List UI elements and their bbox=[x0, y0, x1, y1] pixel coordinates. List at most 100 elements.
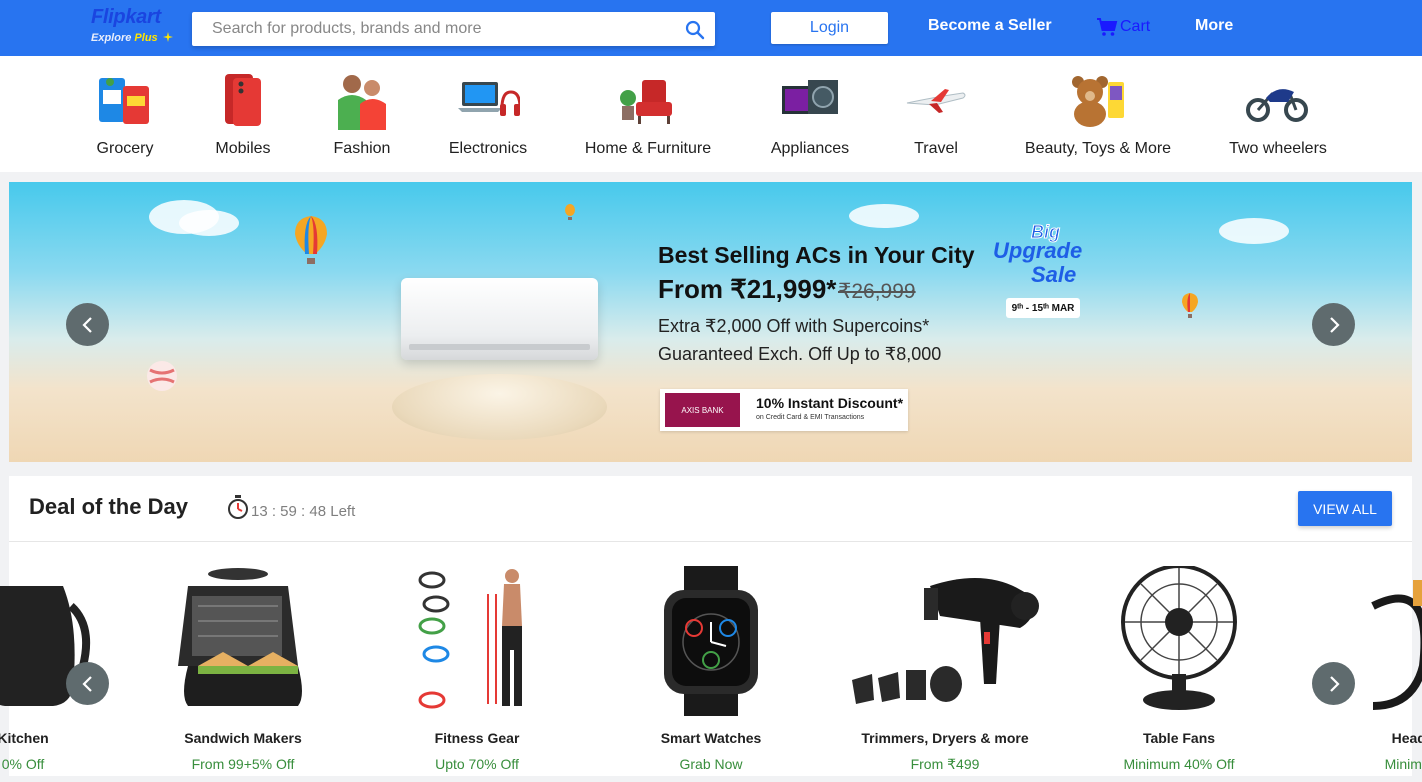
chevron-left-icon bbox=[81, 675, 92, 692]
bank-offer-text: 10% Instant Discount* bbox=[756, 395, 904, 411]
tv-appliance-icon bbox=[778, 68, 842, 132]
category-label: Home & Furniture bbox=[584, 140, 712, 157]
login-button[interactable]: Login bbox=[771, 12, 888, 44]
deal-next-button[interactable] bbox=[1312, 662, 1355, 705]
search-input[interactable] bbox=[192, 12, 672, 46]
logo-tagline-prefix: Explore bbox=[91, 32, 132, 44]
banner-strike-price: ₹26,999 bbox=[838, 280, 916, 303]
cloud-decoration bbox=[1219, 218, 1289, 244]
fashion-models-icon bbox=[330, 68, 394, 132]
table-fan-icon bbox=[1079, 566, 1279, 716]
stopwatch-icon bbox=[228, 495, 248, 519]
search-button[interactable] bbox=[683, 18, 707, 42]
sale-word-upgrade: Upgrade bbox=[993, 238, 1083, 263]
more-menu[interactable]: More bbox=[1195, 17, 1233, 35]
bank-offer-subtext: on Credit Card & EMI Transactions bbox=[756, 414, 865, 421]
logo-wordmark: Flipkart bbox=[91, 6, 161, 28]
sale-dates: 9ᵗʰ - 15ᵗʰ MAR bbox=[1006, 298, 1080, 318]
category-fashion[interactable]: Fashion bbox=[320, 56, 404, 172]
deal-item-offer: Grab Now bbox=[679, 756, 743, 772]
category-label: Electronics bbox=[448, 140, 528, 157]
deal-item-offer: From ₹499 bbox=[910, 756, 980, 772]
category-appliances[interactable]: Appliances bbox=[760, 56, 860, 172]
deal-item[interactable]: Fitness Gear Upto 70% Off bbox=[360, 542, 594, 782]
banner-supercoins-offer: Extra ₹2,000 Off with Supercoins* bbox=[658, 316, 930, 336]
banner-next-button[interactable] bbox=[1312, 303, 1355, 346]
big-upgrade-sale-logo: Big Upgrade Sale bbox=[991, 222, 1091, 292]
mobile-phone-icon bbox=[211, 68, 275, 132]
sale-word-sale: Sale bbox=[1031, 262, 1077, 287]
deal-item-name: Kitchen bbox=[0, 730, 49, 746]
deal-item-offer: Minimum bbox=[1384, 756, 1422, 772]
airplane-icon bbox=[904, 68, 968, 132]
chevron-left-icon bbox=[81, 316, 92, 333]
banner-title: Best Selling ACs in Your City bbox=[658, 242, 975, 268]
deal-item[interactable]: Sandwich Makers From 99+5% Off bbox=[126, 542, 360, 782]
top-header: Flipkart Explore Plus Login Become a Sel… bbox=[0, 0, 1422, 56]
deal-item-name: Trimmers, Dryers & more bbox=[861, 730, 1029, 746]
motorcycle-icon bbox=[1246, 68, 1310, 132]
deal-item-offer: From 99+5% Off bbox=[191, 756, 295, 772]
resistance-bands-icon bbox=[377, 566, 577, 716]
category-label: Appliances bbox=[770, 140, 850, 157]
sandwich-maker-icon bbox=[143, 566, 343, 716]
hero-banner[interactable]: Best Selling ACs in Your City From ₹21,9… bbox=[9, 182, 1412, 462]
flipkart-logo[interactable]: Flipkart Explore Plus bbox=[91, 6, 183, 50]
deal-prev-button[interactable] bbox=[66, 662, 109, 705]
timer-text: 13 : 59 : 48 Left bbox=[251, 502, 356, 520]
chevron-right-icon bbox=[1329, 675, 1340, 692]
deal-item-name: Sandwich Makers bbox=[184, 730, 302, 746]
banner-exchange-offer: Guaranteed Exch. Off Up to ₹8,000 bbox=[658, 344, 942, 364]
deal-of-the-day-section: Deal of the Day 13 : 59 : 48 Left VIEW A… bbox=[0, 476, 1422, 776]
beach-ball-icon bbox=[147, 361, 177, 391]
cart-link[interactable]: Cart bbox=[1096, 17, 1150, 37]
plus-star-icon bbox=[162, 32, 173, 42]
deal-title: Deal of the Day bbox=[29, 494, 188, 519]
category-label: Beauty, Toys & More bbox=[1024, 140, 1172, 157]
cart-label: Cart bbox=[1120, 18, 1151, 35]
category-label: Grocery bbox=[96, 140, 154, 157]
banner-prev-button[interactable] bbox=[66, 303, 109, 346]
axis-bank-logo: AXIS BANK bbox=[665, 393, 740, 427]
category-strip: Grocery Mobiles Fashion Electronics Home… bbox=[0, 56, 1422, 172]
deal-item[interactable]: Headp Minimum bbox=[1296, 542, 1422, 782]
logo-tagline-plus: Plus bbox=[134, 32, 158, 44]
view-all-button[interactable]: VIEW ALL bbox=[1298, 491, 1392, 526]
category-home-furniture[interactable]: Home & Furniture bbox=[578, 56, 718, 172]
deal-item-name: Table Fans bbox=[1142, 730, 1216, 746]
category-label: Fashion bbox=[333, 140, 391, 157]
category-electronics[interactable]: Electronics bbox=[444, 56, 532, 172]
category-two-wheelers[interactable]: Two wheelers bbox=[1222, 56, 1334, 172]
smartwatch-icon bbox=[611, 566, 811, 716]
hot-air-balloon-icon bbox=[295, 216, 327, 264]
hair-dryer-icon bbox=[845, 566, 1045, 716]
deal-header: Deal of the Day 13 : 59 : 48 Left VIEW A… bbox=[9, 476, 1412, 542]
grocery-icon bbox=[93, 68, 157, 132]
deal-item[interactable]: Table Fans Minimum 40% Off bbox=[1062, 542, 1296, 782]
deal-item-offer: Upto 70% Off bbox=[435, 756, 519, 772]
deal-item-offer: Minimum 40% Off bbox=[1123, 756, 1235, 772]
cloud-decoration bbox=[179, 210, 239, 236]
air-conditioner-image bbox=[401, 278, 598, 360]
deal-item[interactable]: Smart Watches Grab Now bbox=[594, 542, 828, 782]
bank-offer-box: AXIS BANK 10% Instant Discount* on Credi… bbox=[660, 389, 908, 431]
laptop-headphones-icon bbox=[456, 68, 520, 132]
category-beauty-toys[interactable]: Beauty, Toys & More bbox=[1016, 56, 1180, 172]
deal-item[interactable]: Kitchen 0% Off bbox=[0, 542, 140, 782]
category-travel[interactable]: Travel bbox=[896, 56, 976, 172]
armchair-plant-icon bbox=[616, 68, 680, 132]
deal-item-offer: 0% Off bbox=[1, 756, 45, 772]
deal-item[interactable]: Trimmers, Dryers & more From ₹499 bbox=[828, 542, 1062, 782]
become-seller-link[interactable]: Become a Seller bbox=[928, 17, 1052, 35]
category-grocery[interactable]: Grocery bbox=[85, 56, 165, 172]
deal-timer: 13 : 59 : 48 Left bbox=[227, 494, 355, 520]
category-label: Two wheelers bbox=[1229, 140, 1327, 157]
banner-price: From ₹21,999* bbox=[658, 274, 837, 304]
category-mobiles[interactable]: Mobiles bbox=[203, 56, 283, 172]
hot-air-balloon-icon bbox=[1182, 293, 1198, 318]
category-label: Mobiles bbox=[215, 140, 271, 157]
search-bar bbox=[192, 12, 715, 46]
deal-item-name: Headp bbox=[1391, 730, 1422, 746]
search-icon bbox=[685, 20, 705, 40]
deal-item-name: Fitness Gear bbox=[434, 730, 520, 746]
